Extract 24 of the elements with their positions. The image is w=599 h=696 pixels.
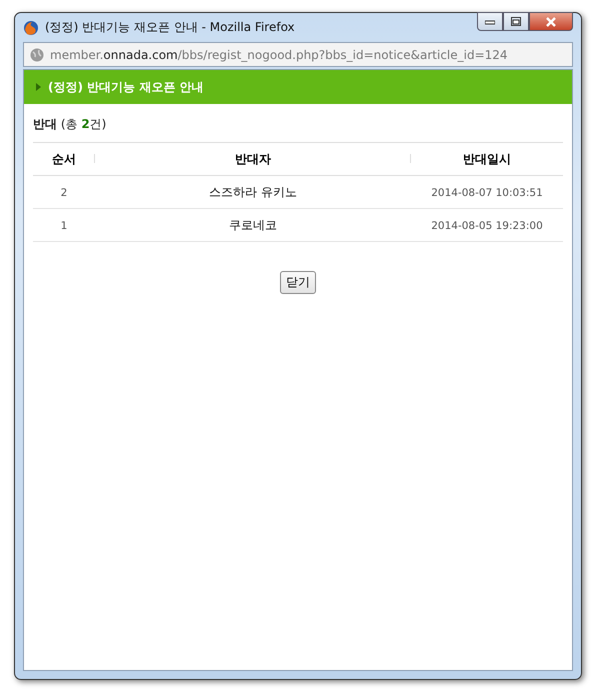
column-header: 순서 xyxy=(52,152,76,166)
maximize-button[interactable] xyxy=(503,12,529,31)
table-cell: 2014-08-07 10:03:51 xyxy=(431,187,543,199)
summary-text: 반대 (총 2건) xyxy=(33,116,108,133)
minimize-icon xyxy=(485,18,495,24)
url-text: member.onnada.com/bbs/regist_nogood.php?bbs_id=notice&article_id=124 xyxy=(50,48,508,62)
table-cell: 2 xyxy=(60,187,68,199)
globe-icon xyxy=(30,48,44,62)
browser-logo-icon xyxy=(23,20,39,36)
table-cell: 1 xyxy=(60,220,68,232)
triangle-icon xyxy=(36,83,41,91)
column-header: 반대자 xyxy=(235,152,271,166)
close-button[interactable] xyxy=(529,12,573,31)
table-cell: 스즈하라 유키노 xyxy=(209,184,297,198)
address-bar[interactable]: member.onnada.com/bbs/regist_nogood.php?bbs_id=notice&article_id=124 xyxy=(23,42,573,67)
table-cell: 쿠로네코 xyxy=(229,218,277,232)
page-title: (정정) 반대기능 재오픈 안내 xyxy=(48,78,204,96)
minimize-button[interactable] xyxy=(477,12,503,31)
table-cell: 2014-08-05 19:23:00 xyxy=(431,220,543,232)
column-header: 반대일시 xyxy=(463,152,511,166)
maximize-icon xyxy=(511,17,521,26)
window-title: (정정) 반대기능 재오픈 안내 - Mozilla Firefox xyxy=(45,19,296,36)
close-icon xyxy=(545,16,557,26)
close-page-button[interactable]: 닫기 xyxy=(280,271,316,294)
